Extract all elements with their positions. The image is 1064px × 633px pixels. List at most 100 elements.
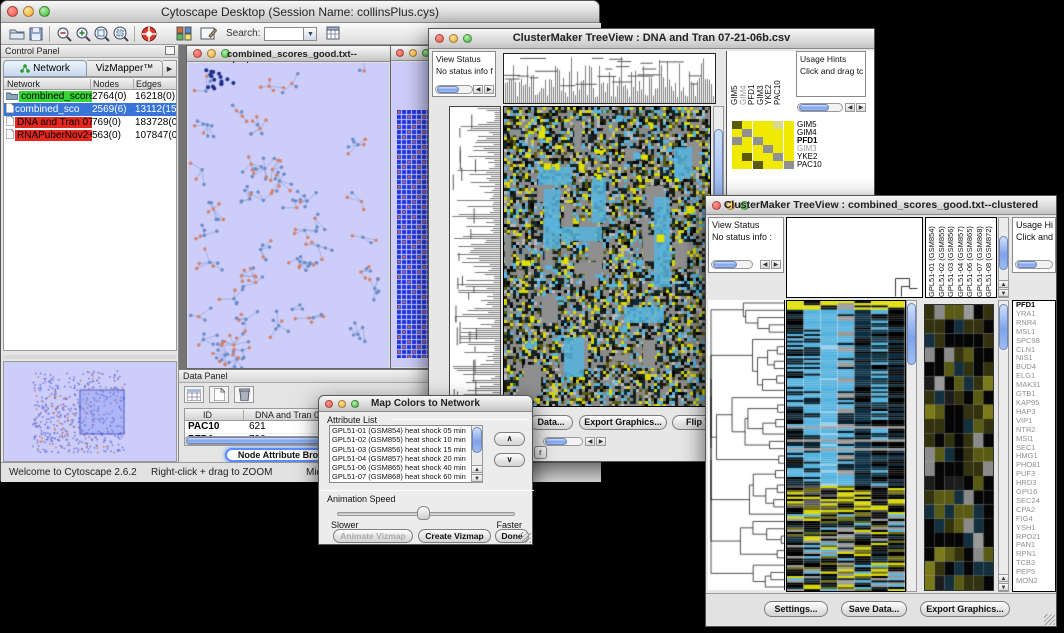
- matrix-cell[interactable]: [732, 161, 742, 169]
- matrix-cell[interactable]: [763, 129, 773, 137]
- close-icon[interactable]: [396, 49, 404, 57]
- matrix-cell[interactable]: [773, 137, 783, 145]
- settings-button[interactable]: Settings...: [764, 601, 828, 617]
- matrix-cell[interactable]: [732, 153, 742, 161]
- attribute-list[interactable]: GPL51-01 (GSM854) heat shock 05 minGPL51…: [329, 425, 483, 483]
- matrix-cell[interactable]: [742, 161, 752, 169]
- matrix-cell[interactable]: [742, 129, 752, 137]
- open-session-icon[interactable]: [7, 25, 26, 43]
- matrix-cell[interactable]: [784, 129, 794, 137]
- tab-network[interactable]: Network: [3, 60, 87, 77]
- matrix-cell[interactable]: [773, 153, 783, 161]
- scroll-down-icon[interactable]: ▼: [999, 583, 1008, 591]
- import-table-icon[interactable]: [325, 25, 344, 43]
- treeview1-column-dendrogram[interactable]: [503, 53, 716, 104]
- attribute-list-item[interactable]: GPL51-03 (GSM856) heat shock 15 min: [330, 445, 482, 454]
- mini-r-button[interactable]: r: [534, 446, 547, 459]
- new-attribute-icon[interactable]: [209, 386, 229, 403]
- scroll-left-icon[interactable]: ◀: [585, 437, 595, 446]
- scroll-down-icon[interactable]: ▼: [472, 474, 482, 482]
- matrix-cell[interactable]: [784, 161, 794, 169]
- matrix-cell[interactable]: [742, 145, 752, 153]
- splitter-handle[interactable]: [3, 355, 177, 359]
- resize-grip[interactable]: [520, 532, 531, 543]
- attribute-list-item[interactable]: GPL51-07 (GSM868) heat shock 60 min: [330, 472, 482, 481]
- matrix-cell[interactable]: [732, 121, 742, 129]
- network-row[interactable]: combined_sco2569(6)13112(15): [4, 103, 176, 116]
- column-labels-vscrollbar[interactable]: ▲ ▼: [998, 217, 1009, 298]
- search-input[interactable]: [264, 27, 304, 41]
- matrix-cell[interactable]: [753, 145, 763, 153]
- scroll-right-icon[interactable]: ▶: [596, 437, 606, 446]
- select-attributes-icon[interactable]: [184, 386, 204, 403]
- scroll-right-icon[interactable]: ▶: [771, 260, 781, 269]
- network-table-header[interactable]: Network Nodes Edges: [4, 78, 176, 90]
- matrix-cell[interactable]: [753, 137, 763, 145]
- scroll-left-icon[interactable]: ◀: [845, 103, 855, 112]
- network-row[interactable]: combined_scores2764(0)16218(0): [4, 90, 176, 103]
- scroll-left-icon[interactable]: ◀: [473, 85, 483, 94]
- matrix-cell[interactable]: [753, 129, 763, 137]
- dialog-titlebar[interactable]: Map Colors to Network: [319, 396, 532, 412]
- treeview1-similarity-matrix[interactable]: [732, 121, 794, 169]
- matrix-cell[interactable]: [742, 153, 752, 161]
- matrix-cell[interactable]: [763, 121, 773, 129]
- delete-attribute-icon[interactable]: [234, 386, 254, 403]
- treeview1-row-dendrogram[interactable]: [449, 106, 501, 407]
- matrix-cell[interactable]: [784, 137, 794, 145]
- attribute-mapper-icon[interactable]: [174, 25, 193, 43]
- tab-vizmapper[interactable]: VizMapper™: [87, 60, 163, 77]
- zoom-selected-icon[interactable]: [111, 25, 130, 43]
- resize-grip[interactable]: [1044, 614, 1055, 625]
- matrix-cell[interactable]: [763, 161, 773, 169]
- birdseye-view[interactable]: [3, 361, 177, 462]
- tab-overflow-icon[interactable]: ▶: [163, 60, 177, 77]
- usage-hints-hscrollbar[interactable]: [797, 103, 843, 112]
- minimize-icon[interactable]: [409, 49, 417, 57]
- move-down-button[interactable]: ∨: [494, 453, 525, 467]
- gene-list-vscrollbar[interactable]: ▲ ▼: [998, 300, 1009, 592]
- matrix-cell[interactable]: [742, 137, 752, 145]
- export-graphics-button[interactable]: Export Graphics...: [920, 601, 1010, 617]
- matrix-cell[interactable]: [784, 153, 794, 161]
- treeview2-row-dendrogram[interactable]: [708, 300, 785, 590]
- usage-hints-hscrollbar[interactable]: [1015, 260, 1053, 269]
- zoom-fit-icon[interactable]: [92, 25, 111, 43]
- minimize-icon[interactable]: [207, 49, 216, 58]
- scroll-left-icon[interactable]: ◀: [760, 260, 770, 269]
- help-icon[interactable]: [139, 25, 158, 43]
- network-row[interactable]: RNAPuberNov2+563(0)107847(0): [4, 129, 176, 142]
- network-canvas-1[interactable]: [188, 63, 389, 368]
- treeview1-titlebar[interactable]: ClusterMaker TreeView : DNA and Tran 07-…: [429, 29, 874, 49]
- attribute-list-item[interactable]: GPL51-06 (GSM865) heat shock 40 min: [330, 463, 482, 472]
- slider-thumb[interactable]: [417, 506, 430, 520]
- attribute-list-item[interactable]: GPL51-04 (GSM857) heat shock 20 min: [330, 454, 482, 463]
- save-data-button[interactable]: Data...: [529, 415, 573, 430]
- network-window-1-titlebar[interactable]: combined_scores_good.txt--cluste...: [187, 46, 390, 62]
- search-dropdown-icon[interactable]: ▼: [304, 27, 317, 41]
- save-session-icon[interactable]: [26, 25, 45, 43]
- gene-label[interactable]: MON2: [1013, 577, 1055, 586]
- treeview1-heatmap[interactable]: [503, 106, 711, 407]
- footer-hscrollbar[interactable]: [543, 437, 583, 446]
- annotation-icon[interactable]: [199, 25, 218, 43]
- matrix-cell[interactable]: [773, 161, 783, 169]
- heatmap-vscrollbar[interactable]: [906, 300, 917, 592]
- view-status-hscrollbar[interactable]: [435, 85, 473, 94]
- close-icon[interactable]: [193, 49, 202, 58]
- scroll-right-icon[interactable]: ▶: [484, 85, 494, 94]
- treeview2-column-dendrogram[interactable]: [786, 217, 923, 298]
- scroll-up-icon[interactable]: ▲: [999, 574, 1008, 582]
- matrix-cell[interactable]: [753, 121, 763, 129]
- matrix-cell[interactable]: [784, 121, 794, 129]
- matrix-cell[interactable]: [784, 145, 794, 153]
- matrix-cell[interactable]: [732, 137, 742, 145]
- matrix-cell[interactable]: [753, 161, 763, 169]
- treeview2-gene-list[interactable]: PFD1YRA1RNR4MSL1SPC98CLN1NIS1BUD4ELG1MAK…: [1012, 300, 1056, 592]
- animate-vizmap-button[interactable]: Animate Vizmap: [333, 529, 413, 543]
- zoom-out-icon[interactable]: [54, 25, 73, 43]
- float-panel-icon[interactable]: [165, 46, 175, 55]
- scroll-up-icon[interactable]: ▲: [999, 280, 1008, 288]
- treeview2-heatmap[interactable]: [786, 300, 906, 592]
- matrix-cell[interactable]: [732, 129, 742, 137]
